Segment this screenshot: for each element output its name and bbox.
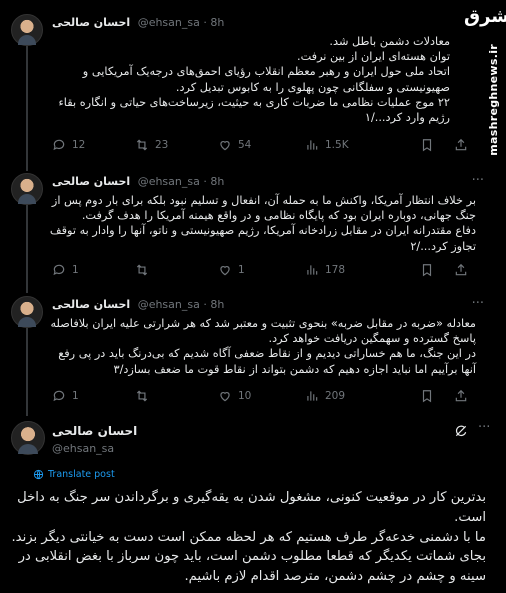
author-handle[interactable]: @ehsan_sa [52,442,114,455]
author-handle[interactable]: @ehsan_sa [138,16,200,29]
translate-label[interactable]: Translate post [48,469,115,480]
reply-icon [53,264,65,276]
author-name[interactable]: احسان صالحی [52,175,130,188]
views-icon [307,140,318,150]
reply-count: 1 [72,390,79,402]
main-tweet-text: بدترین کار در موقعیت کنونی، مشغول شدن به… [11,490,486,585]
author-handle[interactable]: @ehsan_sa [138,175,200,188]
avatar[interactable] [11,14,43,46]
tweet-header: احسان صالحی @ehsan_sa · 8h [52,175,224,188]
tweet-actions: 1 10 209 [52,389,486,405]
translate-post-link[interactable]: Translate post [33,469,115,480]
share-icon [455,138,467,151]
tweet-actions: 1 1 178 [52,263,486,279]
reply-button[interactable]: 12 [52,138,85,152]
repost-button[interactable] [135,389,149,403]
share-button[interactable] [454,389,468,403]
share-icon [455,389,467,402]
bookmark-icon [422,390,432,403]
like-button[interactable]: 54 [218,138,251,152]
repost-button[interactable]: 23 [135,138,168,152]
like-count: 1 [238,264,245,276]
avatar[interactable] [11,421,45,455]
reply-button[interactable]: 1 [52,389,79,403]
repost-button[interactable] [135,263,149,277]
reply-button[interactable]: 1 [52,263,79,277]
tweet-2[interactable]: احسان صالحی @ehsan_sa · 8h بر خلاف انتظا… [0,163,506,285]
like-count: 10 [238,390,252,402]
views-icon [307,391,318,401]
bookmark-icon [422,264,432,277]
reply-count: 12 [72,139,86,151]
bookmark-icon [422,139,432,152]
views-button[interactable]: 209 [305,389,345,403]
grok-icon[interactable] [454,424,468,438]
like-button[interactable]: 10 [218,389,251,403]
tweet-header: احسان صالحی @ehsan_sa · 8h [52,298,224,311]
reply-icon [53,390,65,402]
tweet-3[interactable]: احسان صالحی @ehsan_sa · 8h معادله «ضربه … [0,285,506,409]
views-icon [307,265,318,275]
like-icon [220,141,230,151]
views-count: 1.5K [325,139,349,151]
repost-icon [136,264,148,276]
bookmark-button[interactable] [420,389,434,403]
tweet-text: معادلات دشمن باطل شد. توان هسته‌ای ایران… [58,35,451,125]
views-button[interactable]: 1.5K [305,138,349,152]
bookmark-button[interactable] [420,138,434,152]
more-icon[interactable]: ··· [472,296,484,311]
more-icon[interactable]: ··· [472,173,484,188]
author-name[interactable]: احسان صالحی [52,16,130,29]
reply-count: 1 [72,264,79,276]
avatar[interactable] [11,173,43,205]
tweet-actions: 12 23 54 1.5K [52,138,486,154]
translate-icon [33,469,44,480]
tweet-time[interactable]: · 8h [203,16,224,29]
author-name[interactable]: احسان صالحی [52,424,137,438]
repost-icon [136,139,148,151]
bookmark-button[interactable] [420,263,434,277]
repost-icon [136,390,148,402]
share-button[interactable] [454,263,468,277]
tweet-time[interactable]: · 8h [203,298,224,311]
tweet-1[interactable]: احسان صالحی @ehsan_sa · 8h معادلات دشمن … [0,0,506,163]
like-button[interactable]: 1 [218,263,245,277]
author-handle[interactable]: @ehsan_sa [138,298,200,311]
views-count: 209 [325,390,346,402]
like-icon [220,266,230,276]
reply-icon [53,139,65,151]
tweet-time[interactable]: · 8h [203,175,224,188]
share-icon [455,263,467,276]
share-button[interactable] [454,138,468,152]
avatar[interactable] [11,296,43,328]
like-icon [220,392,230,402]
more-icon[interactable]: ··· [478,420,490,435]
tweet-header: احسان صالحی @ehsan_sa · 8h [52,16,224,29]
views-count: 178 [325,264,346,276]
tweet-text: معادله «ضربه در مقابل ضربه» بنحوی تثبیت … [50,317,477,376]
repost-count: 23 [155,139,169,151]
views-button[interactable]: 178 [305,263,345,277]
like-count: 54 [238,139,252,151]
tweet-text: بر خلاف انتظار آمریکا، واکنش ما به حمله … [49,194,476,253]
author-name[interactable]: احسان صالحی [52,298,130,311]
